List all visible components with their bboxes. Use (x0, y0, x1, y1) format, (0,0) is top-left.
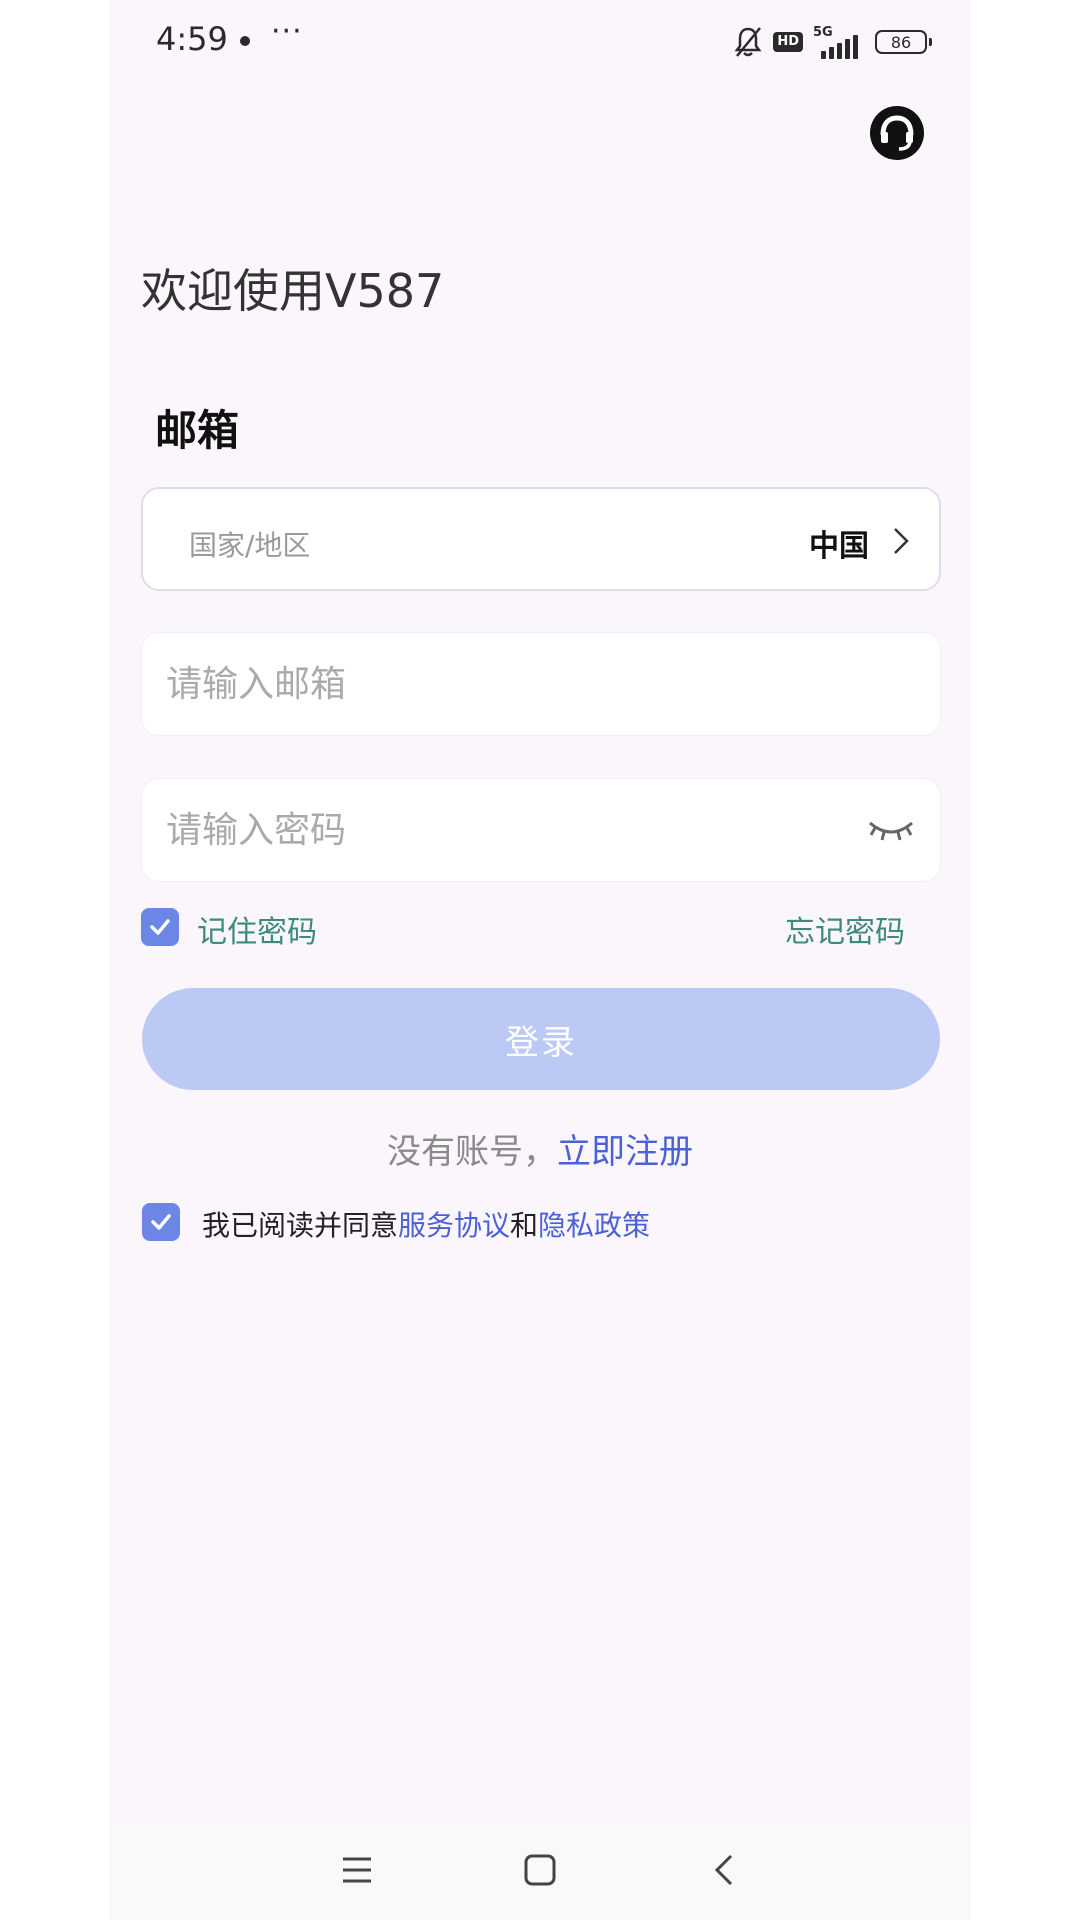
agreement-and: 和 (510, 1209, 539, 1242)
forgot-password-link[interactable]: 忘记密码 (785, 907, 905, 951)
menu-icon[interactable] (337, 1850, 377, 1890)
register-row: 没有账号，立即注册 (109, 1124, 971, 1173)
signal-icon: 5G (813, 25, 865, 59)
agreement-checkbox[interactable] (142, 1203, 180, 1241)
check-icon (150, 919, 170, 935)
remember-row: 记住密码 忘记密码 (141, 905, 941, 951)
service-agreement-link[interactable]: 服务协议 (398, 1209, 510, 1242)
eye-closed-icon[interactable] (866, 815, 916, 847)
agreement-row: 我已阅读并同意服务协议和隐私政策 (142, 1201, 942, 1243)
battery-level: 86 (890, 32, 912, 52)
register-prompt: 没有账号， (387, 1132, 557, 1172)
status-time: 4:59 (156, 20, 228, 58)
privacy-policy-link[interactable]: 隐私政策 (538, 1209, 650, 1242)
remember-password-checkbox[interactable] (141, 908, 179, 946)
remember-password-label[interactable]: 记住密码 (197, 907, 317, 951)
email-input[interactable] (166, 633, 806, 735)
country-label: 国家/地区 (189, 529, 311, 562)
agreement-prefix: 我已阅读并同意 (202, 1209, 399, 1242)
country-selector[interactable]: 国家/地区 中国 (141, 487, 941, 591)
country-value: 中国 (809, 529, 869, 564)
status-indicators: HD 5G 86 (733, 22, 932, 62)
hd-badge: HD (773, 32, 803, 52)
home-icon[interactable] (520, 1850, 560, 1890)
customer-service-icon[interactable] (869, 105, 925, 161)
status-more: ··· (271, 14, 303, 49)
app-screen: 4:59 ··· HD 5G 86 欢迎使用V587 邮箱 国家/地区 中国 请… (109, 0, 971, 1920)
navigation-bar (109, 1822, 971, 1920)
agreement-text: 我已阅读并同意服务协议和隐私政策 (202, 1204, 650, 1244)
email-field (141, 632, 941, 736)
password-field (141, 778, 941, 882)
bell-muted-icon (734, 27, 762, 57)
password-input[interactable] (166, 779, 806, 881)
welcome-title: 欢迎使用V587 (141, 264, 445, 318)
login-method-label: 邮箱 (155, 406, 240, 455)
register-link[interactable]: 立即注册 (557, 1132, 693, 1172)
notification-dot-icon (240, 36, 250, 46)
login-button[interactable]: 登录 (142, 988, 940, 1090)
battery-icon: 86 (875, 30, 932, 54)
check-icon (151, 1214, 171, 1230)
chevron-right-icon (894, 528, 909, 554)
status-bar: 4:59 ··· HD 5G 86 (109, 0, 971, 82)
back-icon[interactable] (705, 1850, 745, 1890)
